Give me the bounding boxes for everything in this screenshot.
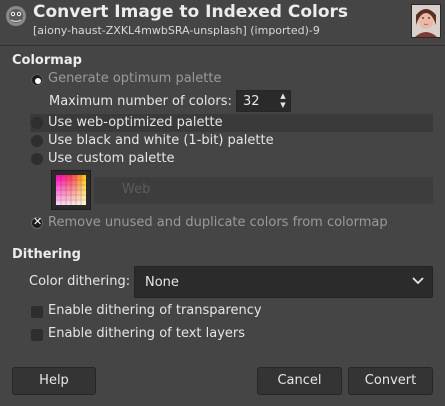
image-thumbnail (411, 4, 441, 38)
palette-select-button[interactable] (51, 170, 91, 210)
black-white-label[interactable]: Use black and white (1-bit) palette (48, 133, 274, 148)
chevron-down-icon[interactable]: ▼ (278, 101, 288, 110)
chevron-down-icon (412, 277, 424, 285)
max-colors-value[interactable]: 32 (243, 94, 260, 109)
custom-palette-name-field[interactable]: Web (94, 177, 433, 204)
custom-palette-radio[interactable] (31, 153, 43, 165)
generate-optimum-label[interactable]: Generate optimum palette (48, 71, 221, 86)
dithering-section-title: Dithering (12, 247, 81, 262)
black-white-radio[interactable] (31, 135, 43, 147)
image-name: [aiony-haust-ZXKL4mwbSRA-unsplash] (impo… (33, 24, 320, 37)
web-optimized-radio[interactable] (31, 117, 43, 129)
colormap-section-title: Colormap (12, 53, 82, 68)
palette-swatch-icon (56, 175, 86, 205)
convert-button[interactable]: Convert (348, 367, 433, 395)
max-colors-spinbutton[interactable]: 32 ▲ ▼ (236, 90, 291, 112)
dither-text-layers-checkbox[interactable] (31, 329, 43, 341)
color-dithering-label: Color dithering: (29, 274, 131, 289)
cancel-button[interactable]: Cancel (257, 367, 342, 395)
web-optimized-label[interactable]: Use web-optimized palette (48, 115, 223, 130)
dither-text-layers-label[interactable]: Enable dithering of text layers (48, 326, 245, 341)
dialog-header: Convert Image to Indexed Colors [aiony-h… (0, 0, 445, 45)
check-x-icon: ✕ (33, 215, 43, 228)
custom-palette-name: Web (122, 182, 151, 197)
dither-transparency-label[interactable]: Enable dithering of transparency (48, 303, 262, 318)
header-divider (0, 45, 445, 46)
remove-unused-label[interactable]: Remove unused and duplicate colors from … (48, 215, 388, 230)
custom-palette-label[interactable]: Use custom palette (48, 151, 174, 166)
chevron-up-icon[interactable]: ▲ (278, 92, 288, 101)
max-colors-label: Maximum number of colors: (49, 94, 232, 109)
color-dithering-select[interactable]: None (134, 266, 433, 298)
help-button[interactable]: Help (12, 367, 96, 395)
gimp-icon (6, 6, 26, 26)
dither-transparency-checkbox[interactable] (31, 306, 43, 318)
dialog-title: Convert Image to Indexed Colors (33, 2, 349, 22)
color-dithering-value: None (145, 275, 179, 290)
generate-optimum-radio[interactable] (31, 74, 43, 86)
remove-unused-checkbox[interactable]: ✕ (31, 215, 43, 229)
